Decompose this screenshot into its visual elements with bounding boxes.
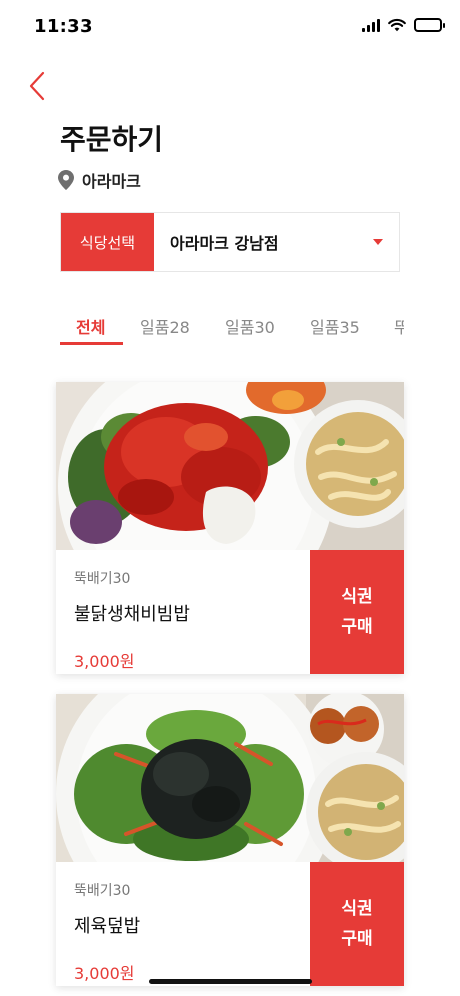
status-time: 11:33 [34, 16, 93, 37]
signal-icon [362, 18, 380, 32]
tab-ilpum35[interactable]: 일품35 [310, 300, 360, 346]
tab-ttuk-partial[interactable]: 뚜 [394, 300, 404, 346]
page-title: 주문하기 [60, 123, 164, 156]
location-pin-icon [58, 170, 74, 190]
buy-ticket-button[interactable]: 식권 구매 [310, 862, 404, 986]
buy-button-label-line1: 식권 [341, 899, 373, 919]
restaurant-dropdown[interactable]: 아라마크 강남점 [154, 213, 399, 271]
food-photo [56, 382, 404, 550]
tab-all[interactable]: 전체 [76, 300, 105, 346]
menu-category: 뚝배기30 [74, 883, 131, 899]
menu-category: 뚝배기30 [74, 571, 131, 587]
location-name: 아라마크 [82, 172, 141, 191]
location-row: 아라마크 [58, 168, 141, 192]
restaurant-select-label: 식당선택 [61, 213, 154, 271]
status-bar: 11:33 [0, 0, 460, 56]
menu-name: 불닭생채비빔밥 [74, 604, 190, 625]
buy-button-label-line2: 구매 [341, 617, 373, 637]
tab-active-indicator [60, 342, 123, 345]
menu-card-info: 뚝배기30 불닭생채비빔밥 3,000원 [56, 550, 310, 674]
menu-name: 제육덮밥 [74, 916, 141, 937]
caret-down-icon [373, 239, 383, 245]
menu-card[interactable]: 뚝배기30 불닭생채비빔밥 3,000원 식권 구매 [56, 382, 404, 674]
buy-button-label-line2: 구매 [341, 929, 373, 949]
menu-card[interactable]: 뚝배기30 제육덮밥 3,000원 식권 구매 [56, 694, 404, 986]
menu-card-info: 뚝배기30 제육덮밥 3,000원 [56, 862, 310, 986]
back-button[interactable] [22, 68, 52, 104]
menu-price: 3,000원 [74, 652, 135, 671]
buy-ticket-button[interactable]: 식권 구매 [310, 550, 404, 674]
wifi-icon [388, 18, 406, 32]
status-icons [362, 18, 445, 32]
category-tabs: 전체 일품28 일품30 일품35 뚜 [60, 300, 404, 348]
chevron-left-icon [29, 71, 45, 101]
restaurant-select-value: 아라마크 강남점 [170, 234, 279, 253]
restaurant-select[interactable]: 식당선택 아라마크 강남점 [60, 212, 400, 272]
home-indicator[interactable] [149, 979, 312, 984]
food-photo [56, 694, 404, 862]
buy-button-label-line1: 식권 [341, 587, 373, 607]
tab-ilpum28[interactable]: 일품28 [140, 300, 190, 346]
battery-icon [414, 18, 445, 32]
tab-ilpum30[interactable]: 일품30 [225, 300, 275, 346]
